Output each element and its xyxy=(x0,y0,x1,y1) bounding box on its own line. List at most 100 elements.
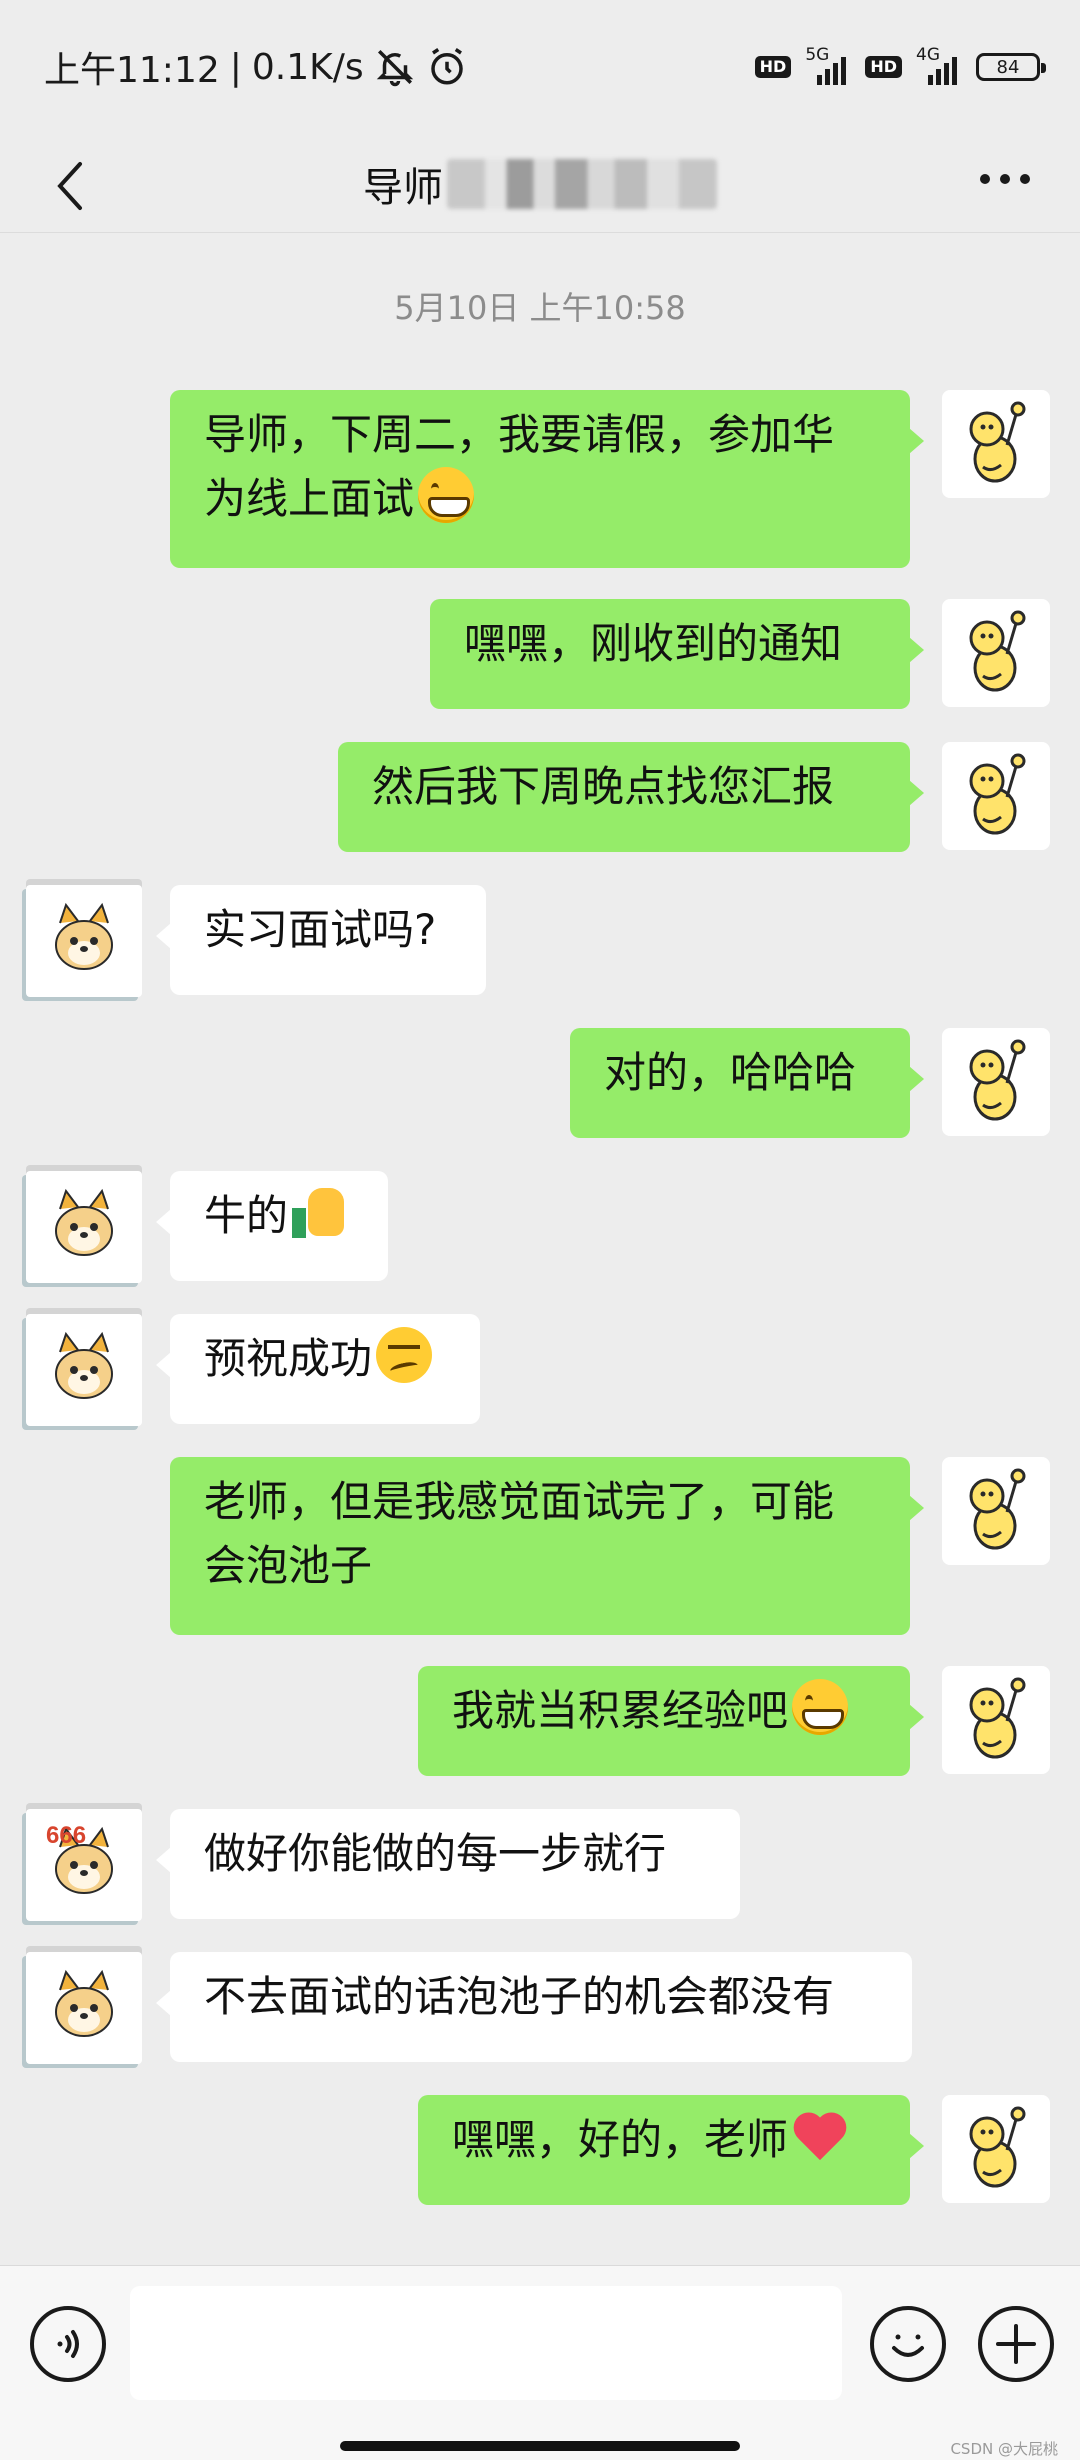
contact-avatar[interactable] xyxy=(26,1952,142,2064)
message-text: 牛的 xyxy=(204,1184,354,1248)
status-time: 上午11:12 xyxy=(44,50,220,91)
incoming-message-bubble[interactable]: 牛的 xyxy=(156,1171,388,1281)
battery-level: 84 xyxy=(996,56,1020,78)
status-right: HD 5G HD 4G 84 xyxy=(754,45,1046,87)
emoji-button[interactable] xyxy=(870,2306,946,2382)
dog-avatar-icon xyxy=(55,902,113,970)
contact-avatar[interactable]: 666 xyxy=(26,1809,142,1921)
message-text-span: 嘿嘿，刚收到的通知 xyxy=(464,619,843,668)
grin-emoji-icon xyxy=(792,1679,849,1735)
message-text: 老师，但是我感觉面试完了，可能 xyxy=(204,1470,876,1534)
bear-avatar-icon xyxy=(969,1039,1026,1121)
smirk-emoji-icon xyxy=(376,1327,433,1383)
input-bar: CSDN @大屁桃 xyxy=(0,2265,1080,2460)
dog-avatar-icon xyxy=(55,1969,113,2037)
incoming-message-bubble[interactable]: 预祝成功 xyxy=(156,1314,480,1424)
plus-button[interactable] xyxy=(978,2306,1054,2382)
message-text: 嘿嘿，好的，老师 xyxy=(452,2108,876,2172)
message-text: 不去面试的话泡池子的机会都没有 xyxy=(204,1965,878,2029)
message-text: 实习面试吗? xyxy=(204,898,452,962)
my-avatar[interactable] xyxy=(942,1457,1050,1565)
message-text-span: 做好你能做的每一步就行 xyxy=(204,1829,667,1878)
my-avatar[interactable] xyxy=(942,1666,1050,1774)
my-avatar[interactable] xyxy=(942,2095,1050,2203)
more-dot xyxy=(1020,174,1030,184)
chat-header: 导师 xyxy=(0,134,1080,234)
sim2-hd-badge: HD xyxy=(865,56,902,78)
my-avatar[interactable] xyxy=(942,742,1050,850)
outgoing-message-bubble[interactable]: 嘿嘿，刚收到的通知 xyxy=(430,599,924,709)
message-text-span: 会泡池子 xyxy=(204,1541,373,1590)
back-button[interactable] xyxy=(40,156,100,216)
bear-avatar-icon xyxy=(969,401,1026,483)
message-text-span: 我就当积累经验吧 xyxy=(452,1686,789,1735)
watermark: CSDN @大屁桃 xyxy=(950,2440,1058,2458)
message-text-span: 对的，哈哈哈 xyxy=(604,1048,857,1097)
outgoing-message-bubble[interactable]: 然后我下周晚点找您汇报 xyxy=(338,742,924,852)
outgoing-message-bubble[interactable]: 嘿嘿，好的，老师 xyxy=(418,2095,924,2205)
my-avatar[interactable] xyxy=(942,599,1050,707)
avatar-badge-text: 666 xyxy=(46,1822,86,1849)
outgoing-message-bubble[interactable]: 我就当积累经验吧 xyxy=(418,1666,924,1776)
bear-avatar-icon xyxy=(969,753,1026,835)
message-text-span: 预祝成功 xyxy=(204,1334,373,1383)
bell-off-icon xyxy=(376,50,413,87)
message-text: 做好你能做的每一步就行 xyxy=(204,1822,706,1886)
contact-avatar[interactable] xyxy=(26,1171,142,1283)
incoming-message-bubble[interactable]: 不去面试的话泡池子的机会都没有 xyxy=(156,1952,912,2062)
message-text-span: 牛的 xyxy=(204,1191,289,1240)
more-dot xyxy=(1000,174,1010,184)
message-text-span: 导师，下周二，我要请假，参加华 xyxy=(204,410,835,459)
alarm-clock-icon xyxy=(430,48,463,85)
contact-avatar[interactable] xyxy=(26,885,142,997)
voice-button[interactable] xyxy=(30,2306,106,2382)
incoming-message-bubble[interactable]: 实习面试吗? xyxy=(156,885,486,995)
message-text: 然后我下周晚点找您汇报 xyxy=(372,755,876,819)
chat-area[interactable]: 5月10日 上午10:58 导师，下周二，我要请假，参加华 为线上面试嘿嘿，刚收到… xyxy=(0,233,1080,2265)
my-avatar[interactable] xyxy=(942,390,1050,498)
sim1-hd-badge: HD xyxy=(754,56,792,78)
contact-avatar[interactable] xyxy=(26,1314,142,1426)
message-text: 为线上面试 xyxy=(204,467,876,531)
message-text-span: 嘿嘿，好的，老师 xyxy=(452,2115,789,2164)
grin-emoji-icon xyxy=(418,467,475,523)
heart-emoji-icon xyxy=(792,2112,848,2164)
dog-avatar-icon xyxy=(55,1188,113,1256)
outgoing-message-bubble[interactable]: 老师，但是我感觉面试完了，可能 会泡池子 xyxy=(170,1457,924,1635)
dog-avatar-icon xyxy=(55,1331,113,1399)
message-text: 导师，下周二，我要请假，参加华 xyxy=(204,403,876,467)
home-indicator[interactable] xyxy=(340,2441,740,2451)
message-text-span: 不去面试的话泡池子的机会都没有 xyxy=(204,1972,835,2021)
message-input[interactable] xyxy=(130,2286,842,2400)
chat-title-text: 导师 xyxy=(363,165,443,211)
outgoing-message-bubble[interactable]: 导师，下周二，我要请假，参加华 为线上面试 xyxy=(170,390,924,568)
more-horizontal-icon xyxy=(980,174,990,184)
voice-icon xyxy=(57,2330,79,2358)
chat-timestamp: 5月10日 上午10:58 xyxy=(394,289,686,327)
message-text-span: 为线上面试 xyxy=(204,474,415,523)
signal-icon: 5G xyxy=(805,45,851,87)
thumbs-up-emoji-icon xyxy=(292,1184,348,1240)
battery-icon: 84 xyxy=(976,53,1046,81)
plus-icon xyxy=(996,2324,1036,2364)
message-text: 对的，哈哈哈 xyxy=(604,1041,876,1105)
my-avatar[interactable] xyxy=(942,1028,1050,1136)
message-text-span: 老师，但是我感觉面试完了，可能 xyxy=(204,1477,835,1526)
status-left: 上午11:12 | 0.1K/s xyxy=(44,41,468,93)
message-text: 我就当积累经验吧 xyxy=(452,1679,876,1743)
incoming-message-bubble[interactable]: 做好你能做的每一步就行 xyxy=(156,1809,740,1919)
status-bar: 上午11:12 | 0.1K/s HD 5G HD 4G 84 xyxy=(0,0,1080,134)
bear-avatar-icon xyxy=(969,610,1026,692)
message-text: 会泡池子 xyxy=(204,1534,876,1598)
dog-avatar-icon: 666 xyxy=(46,1822,113,1894)
signal-icon-2: 4G xyxy=(916,45,962,87)
message-text-span: 然后我下周晚点找您汇报 xyxy=(372,762,835,811)
bear-avatar-icon xyxy=(969,2106,1026,2188)
message-text: 预祝成功 xyxy=(204,1327,446,1391)
outgoing-message-bubble[interactable]: 对的，哈哈哈 xyxy=(570,1028,924,1138)
bear-avatar-icon xyxy=(969,1677,1026,1759)
message-text: 嘿嘿，刚收到的通知 xyxy=(464,612,876,676)
status-separator: | xyxy=(229,46,242,88)
message-text-span: 实习面试吗? xyxy=(204,905,437,954)
more-button[interactable] xyxy=(980,174,1030,184)
